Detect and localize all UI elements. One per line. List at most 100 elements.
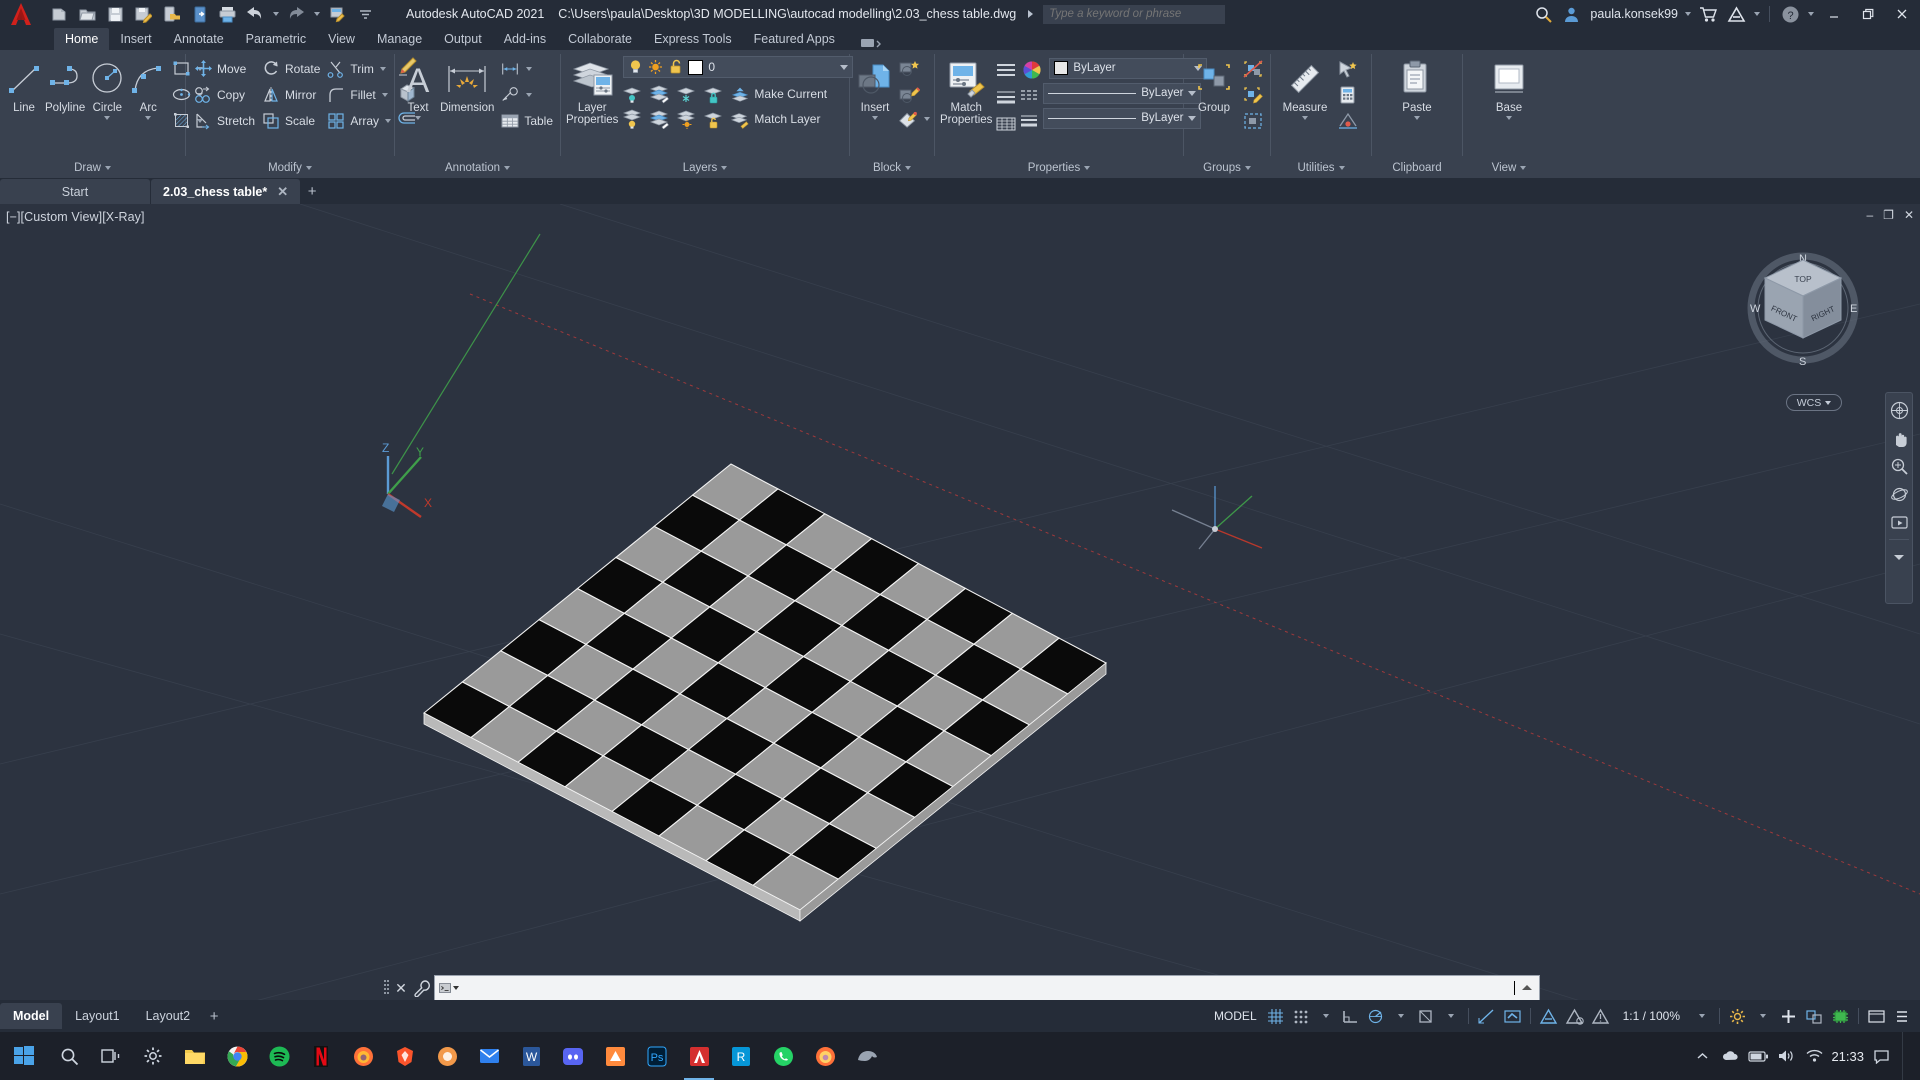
make-current-button[interactable]: Make Current — [727, 81, 830, 106]
autodesk-orange-icon[interactable] — [594, 1032, 636, 1080]
leader-button[interactable] — [497, 82, 556, 107]
task-view-icon[interactable] — [90, 1032, 132, 1080]
grid-display-button[interactable] — [1264, 1004, 1288, 1028]
open-from-web-icon[interactable] — [158, 1, 184, 27]
mail-icon[interactable] — [468, 1032, 510, 1080]
ribbon-tab-extra-icon[interactable] — [860, 36, 882, 50]
id-point-button[interactable] — [1335, 108, 1361, 133]
undo-icon[interactable] — [242, 1, 268, 27]
auto-scale-button[interactable] — [1562, 1004, 1587, 1028]
measure-dropdown-icon[interactable] — [1302, 116, 1308, 120]
battery-icon[interactable] — [1747, 1044, 1769, 1068]
settings-icon[interactable] — [132, 1032, 174, 1080]
line-button[interactable]: Line — [4, 54, 44, 114]
group-edit-button[interactable] — [1240, 82, 1266, 107]
measure-button[interactable]: Measure — [1275, 54, 1335, 120]
autodesk-app-dropdown-icon[interactable] — [1751, 1, 1762, 27]
trim-button[interactable]: Trim — [323, 56, 394, 81]
object-snap-tracking-button[interactable] — [1474, 1004, 1499, 1028]
isolate-objects-button[interactable] — [1802, 1004, 1827, 1028]
layout-tab-layout2[interactable]: Layout2 — [133, 1003, 203, 1029]
customize-qat-icon[interactable] — [352, 1, 378, 27]
show-desktop-button[interactable] — [1902, 1032, 1910, 1080]
paste-button[interactable]: Paste — [1389, 54, 1445, 120]
ribbon-tab-addins[interactable]: Add-ins — [493, 28, 557, 50]
new-layout-button[interactable]: + — [203, 1003, 225, 1029]
transparency-list-button[interactable] — [993, 111, 1019, 136]
customize-icon[interactable] — [410, 975, 434, 1001]
quick-select-button[interactable] — [1335, 56, 1361, 81]
command-history-icon[interactable] — [453, 986, 459, 990]
whatsapp-icon[interactable] — [762, 1032, 804, 1080]
revit-icon[interactable]: R — [720, 1032, 762, 1080]
hardware-acceleration-button[interactable] — [1828, 1004, 1853, 1028]
workspace-switching-button[interactable] — [1725, 1004, 1750, 1028]
snap-mode-button[interactable] — [1289, 1004, 1313, 1028]
save-icon[interactable] — [102, 1, 128, 27]
full-navigation-wheel-icon[interactable] — [1886, 397, 1912, 423]
onedrive-icon[interactable] — [1719, 1044, 1741, 1068]
ortho-mode-button[interactable] — [1339, 1004, 1363, 1028]
layer-lock-button[interactable] — [700, 81, 726, 106]
panel-title-groups[interactable]: Groups — [1184, 158, 1270, 178]
leader-dropdown-icon[interactable] — [526, 92, 533, 97]
save-as-icon[interactable] — [130, 1, 156, 27]
view-cube[interactable]: W E S N TOP FRONT RIGHT — [1738, 240, 1868, 370]
panel-title-layers[interactable]: Layers — [561, 158, 849, 178]
save-to-web-icon[interactable] — [186, 1, 212, 27]
match-layer-button[interactable]: Match Layer — [727, 106, 823, 131]
autodesk-app-icon[interactable] — [1723, 1, 1749, 27]
autocad-icon[interactable] — [678, 1032, 720, 1080]
photoshop-icon[interactable]: Ps — [636, 1032, 678, 1080]
redo-dropdown-icon[interactable] — [311, 1, 322, 27]
fillet-dropdown-icon[interactable] — [381, 92, 388, 97]
polar-tracking-button[interactable] — [1364, 1004, 1388, 1028]
brave-icon[interactable] — [384, 1032, 426, 1080]
layer-unisolate-button[interactable] — [646, 81, 672, 106]
discord-icon[interactable] — [552, 1032, 594, 1080]
minimize-button[interactable] — [1818, 0, 1850, 28]
avatar[interactable] — [1558, 1, 1584, 27]
ribbon-tab-insert[interactable]: Insert — [109, 28, 162, 50]
layer-properties-button[interactable]: Layer Properties — [565, 54, 619, 126]
array-dropdown-icon[interactable] — [385, 118, 392, 123]
panel-title-clipboard[interactable]: Clipboard — [1372, 158, 1462, 178]
panel-title-block[interactable]: Block — [850, 158, 934, 178]
search-icon[interactable] — [48, 1032, 90, 1080]
layer-freeze-button[interactable] — [673, 81, 699, 106]
command-expand-button[interactable] — [1519, 975, 1535, 1001]
text-dropdown-icon[interactable] — [415, 116, 422, 120]
stretch-button[interactable]: Stretch — [190, 108, 258, 133]
close-icon[interactable]: ✕ — [277, 184, 288, 200]
showmotion-icon[interactable] — [1886, 509, 1912, 535]
quick-calc-button[interactable] — [1335, 82, 1361, 107]
copy-button[interactable]: Copy — [190, 82, 258, 107]
ribbon-tab-home[interactable]: Home — [54, 28, 110, 50]
group-button[interactable]: Group — [1188, 54, 1240, 114]
help-icon[interactable]: ? — [1777, 1, 1803, 27]
snap-dropdown-button[interactable] — [1314, 1004, 1338, 1028]
firefox-icon[interactable] — [342, 1032, 384, 1080]
search-input[interactable] — [1049, 8, 1220, 20]
close-button[interactable] — [1886, 0, 1918, 28]
file-tab-start[interactable]: Start — [0, 179, 150, 204]
ribbon-tab-express-tools[interactable]: Express Tools — [643, 28, 743, 50]
arc-button[interactable]: Arc — [128, 54, 168, 120]
edit-attribute-dropdown-icon[interactable] — [924, 117, 930, 121]
osnap-dropdown-button[interactable] — [1439, 1004, 1463, 1028]
mirror-button[interactable]: Mirror — [258, 82, 323, 107]
base-view-button[interactable]: Base — [1481, 54, 1537, 120]
layer-isolate-button[interactable] — [619, 81, 645, 106]
annotation-monitor-button[interactable] — [1588, 1004, 1613, 1028]
linear-dimension-button[interactable] — [497, 56, 556, 81]
panel-title-view[interactable]: View — [1463, 158, 1555, 178]
ribbon-tab-collaborate[interactable]: Collaborate — [557, 28, 643, 50]
trim-dropdown-icon[interactable] — [379, 66, 386, 71]
text-button[interactable]: A Text — [399, 54, 437, 120]
navbar-menu-icon[interactable] — [1886, 544, 1912, 570]
wcs-badge[interactable]: WCS — [1786, 394, 1842, 411]
array-button[interactable]: Array — [323, 108, 394, 133]
move-button[interactable]: Move — [190, 56, 258, 81]
ribbon-tab-annotate[interactable]: Annotate — [163, 28, 235, 50]
netflix-icon[interactable] — [300, 1032, 342, 1080]
